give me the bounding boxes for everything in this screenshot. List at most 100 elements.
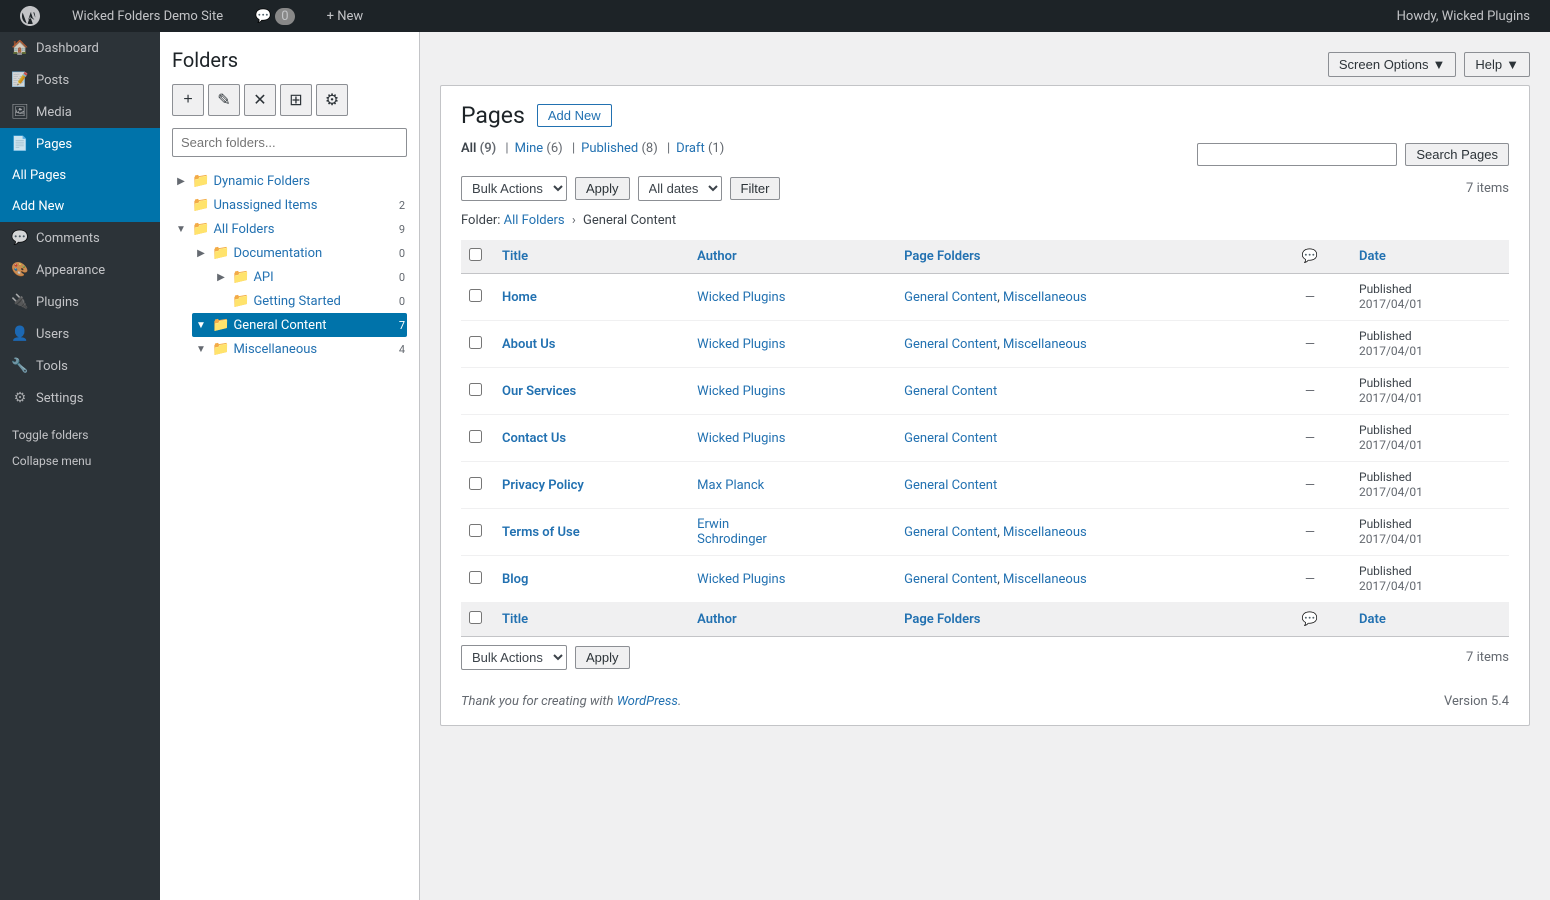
add-folder-button[interactable]: + (172, 84, 204, 116)
folder-label[interactable]: API (253, 270, 394, 285)
sidebar-item-dashboard[interactable]: 🏠 Dashboard (0, 32, 160, 64)
folder-item-getting-started[interactable]: 📁 Getting Started 0 (212, 289, 407, 313)
folder-item-all-folders[interactable]: ▼ 📁 All Folders 9 (172, 217, 407, 241)
page-title-link[interactable]: About Us (502, 337, 555, 352)
breadcrumb-all-folders-link[interactable]: All Folders (504, 213, 565, 228)
folder-link[interactable]: General Content (904, 431, 997, 446)
bulk-actions-select-top[interactable]: Bulk Actions (461, 176, 567, 201)
wordpress-link[interactable]: WordPress (617, 694, 678, 709)
folder-link[interactable]: Miscellaneous (1003, 572, 1087, 587)
th-title[interactable]: Title (490, 240, 685, 274)
apply-button-top[interactable]: Apply (575, 177, 630, 200)
folder-link[interactable]: General Content (904, 337, 997, 352)
select-all-checkbox-top[interactable] (469, 248, 482, 261)
screen-options-button[interactable]: Screen Options ▼ (1328, 52, 1456, 77)
filter-all[interactable]: All (9) | (461, 141, 515, 156)
page-title-link[interactable]: Blog (502, 572, 528, 587)
apply-button-bottom[interactable]: Apply (575, 646, 630, 669)
author-link[interactable]: Wicked Plugins (697, 384, 785, 399)
folder-item-documentation[interactable]: ▶ 📁 Documentation 0 (192, 241, 407, 265)
tfoot-checkbox[interactable] (461, 603, 490, 637)
folder-item-miscellaneous[interactable]: ▼ 📁 Miscellaneous 4 (192, 337, 407, 361)
row-checkbox[interactable] (469, 477, 482, 490)
row-checkbox[interactable] (469, 383, 482, 396)
folder-label[interactable]: Miscellaneous (233, 342, 394, 357)
tfoot-title[interactable]: Title (490, 603, 685, 637)
site-name[interactable]: Wicked Folders Demo Site (64, 0, 231, 32)
folder-link[interactable]: Miscellaneous (1003, 290, 1087, 305)
folder-link[interactable]: General Content (904, 478, 997, 493)
toggle-folders-link[interactable]: Toggle folders (0, 422, 160, 448)
filter-button[interactable]: Filter (730, 177, 781, 200)
comments-link[interactable]: 💬 0 (247, 0, 303, 32)
row-checkbox[interactable] (469, 336, 482, 349)
folder-label[interactable]: Unassigned Items (213, 198, 394, 213)
folder-link[interactable]: General Content (904, 572, 997, 587)
th-date[interactable]: Date (1347, 240, 1509, 274)
add-new-button[interactable]: Add New (537, 104, 612, 127)
folder-label[interactable]: Dynamic Folders (213, 174, 405, 189)
folder-search-input[interactable] (172, 128, 407, 157)
row-checkbox[interactable] (469, 524, 482, 537)
th-checkbox[interactable] (461, 240, 490, 274)
page-title-link[interactable]: Our Services (502, 384, 576, 399)
page-title-link[interactable]: Home (502, 290, 537, 305)
filter-draft[interactable]: Draft (1) (676, 141, 724, 156)
folder-item-general-content[interactable]: ▼ 📁 General Content 7 (192, 313, 407, 337)
folder-settings-button[interactable]: ⚙ (316, 84, 348, 116)
row-checkbox[interactable] (469, 289, 482, 302)
folder-link[interactable]: General Content (904, 525, 997, 540)
folder-link[interactable]: Miscellaneous (1003, 525, 1087, 540)
author-link[interactable]: Wicked Plugins (697, 572, 785, 587)
folder-item-dynamic-folders[interactable]: ▶ 📁 Dynamic Folders (172, 169, 407, 193)
filter-published[interactable]: Published (8) | (581, 141, 676, 156)
author-link[interactable]: Wicked Plugins (697, 431, 785, 446)
select-all-checkbox-bottom[interactable] (469, 611, 482, 624)
folder-label[interactable]: All Folders (213, 222, 394, 237)
sidebar-item-appearance[interactable]: 🎨 Appearance (0, 254, 160, 286)
search-pages-input[interactable] (1197, 143, 1397, 166)
row-checkbox[interactable] (469, 571, 482, 584)
add-subfolder-button[interactable]: ⊞ (280, 84, 312, 116)
new-content[interactable]: + New (319, 0, 372, 32)
sidebar-item-media[interactable]: 🖼 Media (0, 96, 160, 128)
row-author-cell: ErwinSchrodinger (685, 509, 892, 556)
howdy-user[interactable]: Howdy, Wicked Plugins (1389, 0, 1538, 32)
sidebar-item-pages[interactable]: 📄 Pages All Pages Add New (0, 128, 160, 222)
author-link[interactable]: Max Planck (697, 478, 764, 493)
submenu-item-add-new[interactable]: Add New (0, 191, 160, 222)
delete-folder-button[interactable]: ✕ (244, 84, 276, 116)
tfoot-date[interactable]: Date (1347, 603, 1509, 637)
submenu-item-all-pages[interactable]: All Pages (0, 160, 160, 191)
folder-label[interactable]: Documentation (233, 246, 394, 261)
folder-item-unassigned[interactable]: 📁 Unassigned Items 2 (172, 193, 407, 217)
page-title-link[interactable]: Privacy Policy (502, 478, 584, 493)
page-title-link[interactable]: Terms of Use (502, 525, 580, 540)
author-link[interactable]: ErwinSchrodinger (697, 517, 767, 547)
sidebar-item-comments[interactable]: 💬 Comments (0, 222, 160, 254)
author-link[interactable]: Wicked Plugins (697, 290, 785, 305)
dates-filter-select[interactable]: All dates (638, 176, 722, 201)
folder-label[interactable]: Getting Started (253, 294, 394, 309)
search-pages-button[interactable]: Search Pages (1405, 143, 1509, 166)
folder-link[interactable]: General Content (904, 384, 997, 399)
folder-link[interactable]: Miscellaneous (1003, 337, 1087, 352)
folder-link[interactable]: General Content (904, 290, 997, 305)
folder-label[interactable]: General Content (233, 318, 394, 333)
items-count-bottom: 7 items (1466, 650, 1509, 665)
wp-logo[interactable] (12, 0, 48, 32)
sidebar-item-users[interactable]: 👤 Users (0, 318, 160, 350)
sidebar-item-tools[interactable]: 🔧 Tools (0, 350, 160, 382)
folder-item-api[interactable]: ▶ 📁 API 0 (212, 265, 407, 289)
page-title-link[interactable]: Contact Us (502, 431, 566, 446)
author-link[interactable]: Wicked Plugins (697, 337, 785, 352)
help-button[interactable]: Help ▼ (1464, 52, 1530, 77)
filter-mine[interactable]: Mine (6) | (515, 141, 582, 156)
sidebar-item-plugins[interactable]: 🔌 Plugins (0, 286, 160, 318)
sidebar-item-settings[interactable]: ⚙ Settings (0, 382, 160, 414)
edit-folder-button[interactable]: ✎ (208, 84, 240, 116)
collapse-menu-link[interactable]: Collapse menu (0, 448, 160, 474)
row-checkbox[interactable] (469, 430, 482, 443)
sidebar-item-posts[interactable]: 📝 Posts (0, 64, 160, 96)
bulk-actions-select-bottom[interactable]: Bulk Actions (461, 645, 567, 670)
